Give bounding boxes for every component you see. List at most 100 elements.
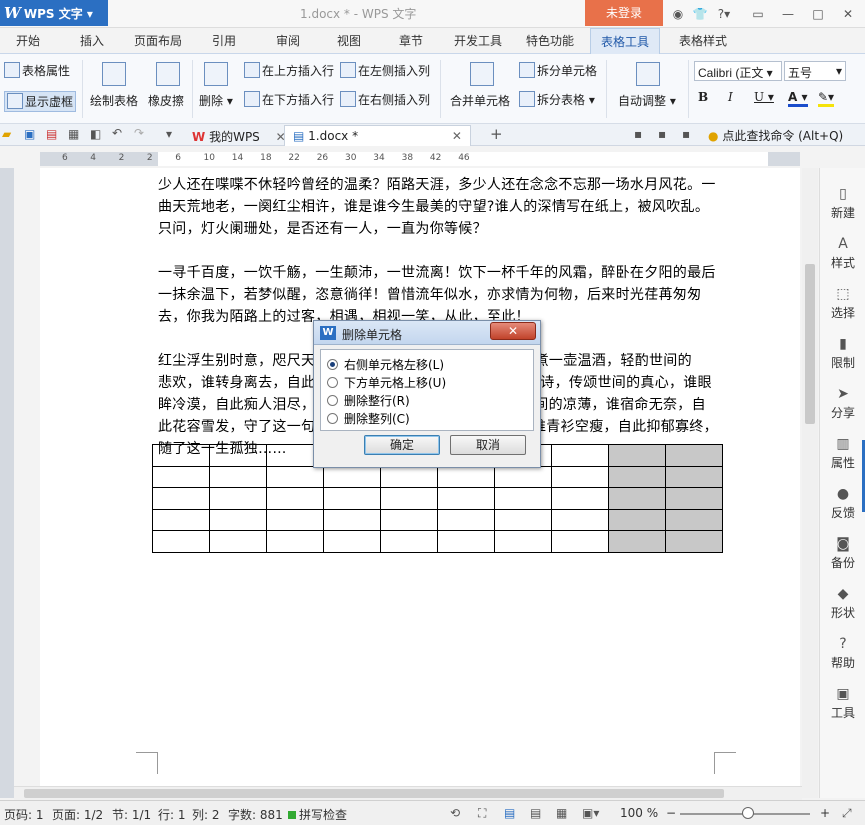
table-cell[interactable] — [551, 508, 609, 531]
vertical-scrollbar[interactable] — [802, 168, 818, 798]
table-cell[interactable] — [494, 465, 552, 488]
history-icon[interactable]: ⟲ — [450, 806, 460, 820]
page-view-icon[interactable]: ▤ — [504, 806, 515, 820]
new-tab-icon[interactable]: + — [490, 125, 503, 143]
selected-cell[interactable] — [665, 487, 723, 510]
insert-row-above-button[interactable]: 在上方插入行 — [244, 62, 334, 79]
selected-cell[interactable] — [608, 508, 666, 531]
table-cell[interactable] — [152, 487, 210, 510]
table-cell[interactable] — [551, 487, 609, 510]
ok-button[interactable]: 确定 — [364, 435, 440, 455]
tab-layout[interactable]: 页面布局 — [134, 32, 182, 49]
auto-fit-button[interactable]: 自动调整 ▾ — [618, 92, 676, 109]
table-cell[interactable] — [551, 465, 609, 488]
app-menu-button[interactable]: W WPS 文字 ▾ — [0, 0, 108, 26]
option-delete-row[interactable]: 删除整行(R) — [327, 392, 410, 409]
close-icon[interactable]: ✕ — [452, 129, 462, 143]
selected-cell[interactable] — [608, 530, 666, 553]
table-cell[interactable] — [437, 487, 495, 510]
table-cell[interactable] — [494, 530, 552, 553]
table-cell[interactable] — [380, 465, 438, 488]
sidebar-item-new[interactable]: ▯ 新建 — [820, 186, 865, 221]
web-view-icon[interactable]: ▦ — [556, 806, 567, 820]
split-table-button[interactable]: 拆分表格 ▾ — [519, 91, 595, 108]
table-cell[interactable] — [209, 465, 267, 488]
table-cell[interactable] — [494, 487, 552, 510]
sidebar-item-properties[interactable]: ▥ 属性 — [820, 436, 865, 471]
option-shift-left[interactable]: 右侧单元格左移(L) — [327, 356, 444, 373]
tab-table-style[interactable]: 表格样式 — [679, 32, 727, 49]
split-cells-button[interactable]: 拆分单元格 — [519, 62, 597, 79]
font-name-select[interactable]: Calibri (正文 ▾ — [694, 61, 782, 81]
shirt-icon[interactable]: 👕 — [692, 6, 708, 22]
underline-icon[interactable]: U ▾ — [754, 90, 774, 104]
table-cell[interactable] — [380, 530, 438, 553]
chevron-down-icon[interactable]: ▾ — [166, 127, 172, 141]
sidebar-item-backup[interactable]: ◙ 备份 — [820, 536, 865, 571]
zoom-in-icon[interactable]: + — [820, 806, 830, 820]
table-cell[interactable] — [323, 487, 381, 510]
command-search[interactable]: ● 点此查找命令 (Alt+Q) — [708, 127, 843, 144]
fullscreen-icon[interactable]: ⛶ — [478, 806, 486, 821]
sidebar-item-restrict[interactable]: ▮ 限制 — [820, 336, 865, 371]
scrollbar-thumb[interactable] — [805, 264, 815, 424]
horizontal-scrollbar[interactable] — [14, 786, 802, 800]
fit-icon[interactable]: ⤢ — [842, 806, 852, 821]
screen-icon[interactable]: ▪ — [634, 127, 642, 141]
maximize-icon[interactable]: □ — [810, 6, 826, 22]
option-shift-up[interactable]: 下方单元格上移(U) — [327, 374, 446, 391]
delete-button[interactable]: 删除 ▾ — [199, 92, 233, 109]
undo-icon[interactable]: ↶ — [112, 126, 122, 140]
table-cell[interactable] — [266, 530, 324, 553]
status-words[interactable]: 字数: 881 — [228, 806, 283, 823]
settings-icon[interactable]: ▪ — [682, 127, 690, 141]
highlight-icon[interactable]: ✎▾ — [818, 90, 835, 107]
pdf-icon[interactable]: ▤ — [46, 127, 57, 141]
font-size-select[interactable]: 五号 ▾ — [784, 61, 846, 81]
table-cell[interactable] — [209, 487, 267, 510]
table-cell[interactable] — [266, 508, 324, 531]
table-cell[interactable] — [437, 508, 495, 531]
minimize-icon[interactable]: — — [780, 6, 796, 22]
spell-check-toggle[interactable]: 拼写检查 — [288, 806, 347, 823]
selected-cell[interactable] — [665, 530, 723, 553]
zoom-slider-handle[interactable] — [742, 807, 754, 819]
option-delete-column[interactable]: 删除整列(C) — [327, 410, 410, 427]
radio-button[interactable] — [327, 359, 338, 370]
tab-view[interactable]: 视图 — [337, 32, 361, 49]
table-cell[interactable] — [266, 465, 324, 488]
read-view-icon[interactable]: ▣▾ — [582, 806, 599, 820]
table-cell[interactable] — [323, 508, 381, 531]
table-cell[interactable] — [323, 530, 381, 553]
radio-button[interactable] — [327, 395, 338, 406]
table-cell[interactable] — [152, 530, 210, 553]
zoom-out-icon[interactable]: − — [666, 806, 676, 820]
table-cell[interactable] — [551, 444, 609, 467]
sidebar-item-style[interactable]: A 样式 — [820, 236, 865, 271]
radio-button[interactable] — [327, 413, 338, 424]
tab-insert[interactable]: 插入 — [80, 32, 104, 49]
cancel-button[interactable]: 取消 — [450, 435, 526, 455]
login-button[interactable]: 未登录 — [585, 0, 663, 26]
tab-references[interactable]: 引用 — [212, 32, 236, 49]
close-icon[interactable]: ✕ — [840, 6, 856, 22]
save-icon[interactable]: ▣ — [24, 127, 35, 141]
table-cell[interactable] — [152, 465, 210, 488]
table-cell[interactable] — [266, 487, 324, 510]
open-icon[interactable]: ▰ — [2, 127, 11, 141]
tab-my-wps[interactable]: W 我的WPS ✕ — [184, 125, 294, 146]
sidebar-item-help[interactable]: ? 帮助 — [820, 636, 865, 671]
table-cell[interactable] — [437, 530, 495, 553]
tab-chapter[interactable]: 章节 — [399, 32, 423, 49]
preview-icon[interactable]: ◧ — [90, 127, 101, 141]
selected-cell[interactable] — [665, 508, 723, 531]
insert-row-below-button[interactable]: 在下方插入行 — [244, 91, 334, 108]
sidebar-item-shapes[interactable]: ◆ 形状 — [820, 586, 865, 621]
outline-view-icon[interactable]: ▤ — [530, 806, 541, 820]
help-icon[interactable]: ?▾ — [716, 6, 732, 22]
selected-cell[interactable] — [608, 487, 666, 510]
table-cell[interactable] — [323, 465, 381, 488]
table-cell[interactable] — [551, 530, 609, 553]
show-gridlines-button[interactable]: 显示虚框 — [4, 91, 77, 112]
insert-col-right-button[interactable]: 在右侧插入列 — [340, 91, 430, 108]
